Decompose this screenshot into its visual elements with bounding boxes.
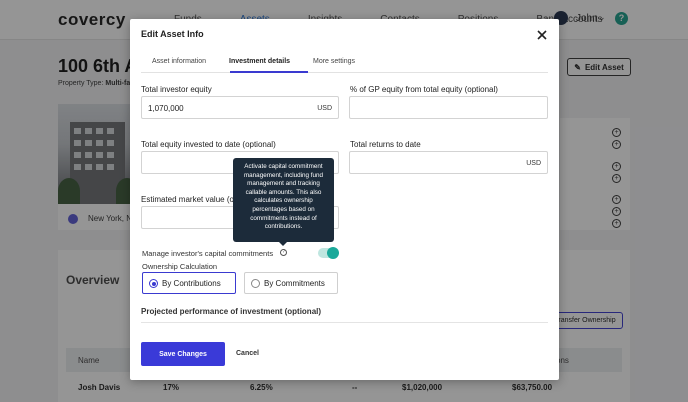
close-icon[interactable] <box>535 28 549 42</box>
active-tab-indicator <box>230 71 308 73</box>
total-returns-input[interactable]: USD <box>349 151 548 174</box>
total-returns-label: Total returns to date <box>350 140 421 149</box>
market-value-label: Estimated market value (op <box>141 195 239 204</box>
total-investor-equity-label: Total investor equity <box>141 85 212 94</box>
tab-investment-details[interactable]: Investment details <box>229 58 290 65</box>
currency-unit: USD <box>317 105 332 112</box>
radio-contributions-label: By Contributions <box>162 279 221 288</box>
total-investor-equity-input[interactable]: 1,070,000 USD <box>141 96 339 119</box>
toggle-knob <box>327 247 339 259</box>
info-icon[interactable]: ? <box>280 249 287 256</box>
radio-by-commitments[interactable]: By Commitments <box>244 272 338 294</box>
currency-unit: USD <box>526 160 541 167</box>
gp-equity-pct-input[interactable] <box>349 96 548 119</box>
total-investor-equity-value: 1,070,000 <box>148 104 184 113</box>
modal-title: Edit Asset Info <box>141 29 204 39</box>
manage-commitments-label: Manage investor's capital commitments <box>142 249 274 258</box>
radio-commitments-label: By Commitments <box>264 279 325 288</box>
radio-circle <box>251 279 260 288</box>
tab-more-settings[interactable]: More settings <box>313 58 355 65</box>
cancel-button[interactable]: Cancel <box>236 350 259 357</box>
radio-circle <box>149 279 158 288</box>
radio-by-contributions[interactable]: By Contributions <box>142 272 236 294</box>
divider <box>141 322 548 323</box>
save-changes-button[interactable]: Save Changes <box>141 342 225 366</box>
capital-commitment-tooltip: Activate capital commitment management, … <box>233 158 334 246</box>
manage-commitments-toggle[interactable] <box>318 247 339 259</box>
equity-invested-label: Total equity invested to date (optional) <box>141 140 276 149</box>
edit-asset-modal: Edit Asset Info Asset information Invest… <box>130 19 559 380</box>
gp-equity-pct-label: % of GP equity from total equity (option… <box>350 85 498 94</box>
ownership-calculation-label: Ownership Calculation <box>142 262 218 271</box>
modal-tabs: Asset information Investment details Mor… <box>141 53 548 73</box>
tab-asset-information[interactable]: Asset information <box>152 58 206 65</box>
projected-performance-label[interactable]: Projected performance of investment (opt… <box>141 307 321 316</box>
